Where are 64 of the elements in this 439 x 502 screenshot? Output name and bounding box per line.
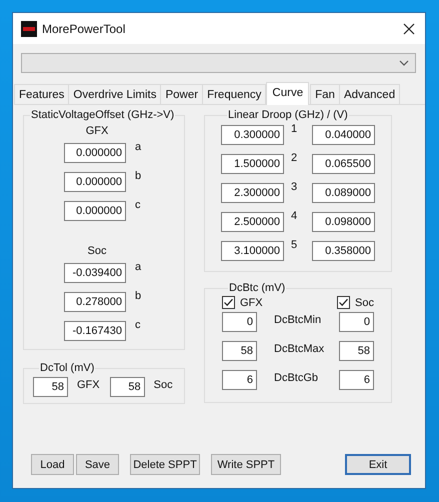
tab[interactable]: Features bbox=[14, 84, 70, 104]
voltage-field[interactable]: 0.040000 bbox=[312, 125, 375, 145]
field-label: GFX bbox=[77, 379, 100, 391]
window-title: MorePowerTool bbox=[42, 22, 126, 36]
button[interactable]: Delete SPPT bbox=[130, 454, 200, 475]
number-field[interactable]: 0.278000 bbox=[64, 292, 126, 312]
coefficient-label: c bbox=[134, 199, 142, 213]
group-title: StaticVoltageOffset (GHz->V) bbox=[30, 109, 176, 121]
checkbox[interactable] bbox=[222, 296, 235, 309]
tab[interactable]: Advanced bbox=[338, 84, 400, 104]
button[interactable]: Exit bbox=[345, 454, 411, 475]
number-field[interactable]: 58 bbox=[222, 341, 257, 361]
group-title: DcTol (mV) bbox=[39, 362, 96, 374]
number-field[interactable]: 0 bbox=[222, 312, 257, 332]
number-field[interactable]: 6 bbox=[339, 370, 374, 390]
tab[interactable]: Curve bbox=[266, 82, 310, 105]
coefficient-label: a bbox=[134, 261, 142, 275]
point-number: 3 bbox=[290, 181, 298, 195]
checkbox[interactable] bbox=[337, 296, 350, 309]
coefficient-label: a bbox=[134, 141, 142, 155]
number-field[interactable]: 58 bbox=[33, 377, 68, 397]
number-field[interactable]: 0.000000 bbox=[64, 201, 126, 221]
point-number: 1 bbox=[290, 123, 298, 137]
button[interactable]: Write SPPT bbox=[211, 454, 281, 475]
checkbox-label: GFX bbox=[240, 296, 263, 308]
voltage-field[interactable]: 0.098000 bbox=[312, 212, 375, 232]
point-number: 5 bbox=[290, 239, 298, 253]
field-label: Soc bbox=[154, 379, 173, 391]
group-label: GFX bbox=[86, 125, 108, 137]
coefficient-label: c bbox=[134, 319, 142, 333]
tab[interactable]: Fan bbox=[310, 84, 340, 104]
number-field[interactable]: 58 bbox=[339, 341, 374, 361]
number-field[interactable]: -0.167430 bbox=[64, 321, 126, 341]
app-icon bbox=[21, 20, 37, 36]
chevron-down-icon bbox=[399, 60, 409, 66]
group-label: Soc bbox=[88, 245, 106, 257]
coefficient-label: b bbox=[134, 290, 142, 304]
frequency-field[interactable]: 1.500000 bbox=[221, 154, 284, 174]
point-number: 4 bbox=[290, 210, 298, 224]
field-label: DcBtcGb bbox=[273, 372, 320, 384]
group-title: Linear Droop (GHz) / (V) bbox=[227, 109, 349, 121]
checkbox-label: Soc bbox=[355, 296, 374, 308]
tab[interactable]: Frequency bbox=[202, 84, 266, 104]
point-number: 2 bbox=[290, 152, 298, 166]
button[interactable]: Load bbox=[31, 454, 74, 475]
voltage-field[interactable]: 0.065500 bbox=[312, 154, 375, 174]
frequency-field[interactable]: 0.300000 bbox=[221, 125, 284, 145]
field-label: DcBtcMax bbox=[273, 343, 326, 355]
frequency-field[interactable]: 2.500000 bbox=[221, 212, 284, 232]
number-field[interactable]: 58 bbox=[110, 377, 145, 397]
number-field[interactable]: 0.000000 bbox=[64, 143, 126, 163]
frequency-field[interactable]: 3.100000 bbox=[221, 241, 284, 261]
number-field[interactable]: 6 bbox=[222, 370, 257, 390]
group-title: DcBtc (mV) bbox=[228, 282, 286, 294]
number-field[interactable]: -0.039400 bbox=[64, 263, 126, 283]
number-field[interactable]: 0.000000 bbox=[64, 172, 126, 192]
button[interactable]: Save bbox=[76, 454, 119, 475]
number-field[interactable]: 0 bbox=[339, 312, 374, 332]
field-label: DcBtcMin bbox=[273, 314, 322, 326]
close-icon[interactable] bbox=[403, 22, 415, 34]
voltage-field[interactable]: 0.358000 bbox=[312, 241, 375, 261]
coefficient-label: b bbox=[134, 170, 142, 184]
frequency-field[interactable]: 2.300000 bbox=[221, 183, 284, 203]
voltage-field[interactable]: 0.089000 bbox=[312, 183, 375, 203]
